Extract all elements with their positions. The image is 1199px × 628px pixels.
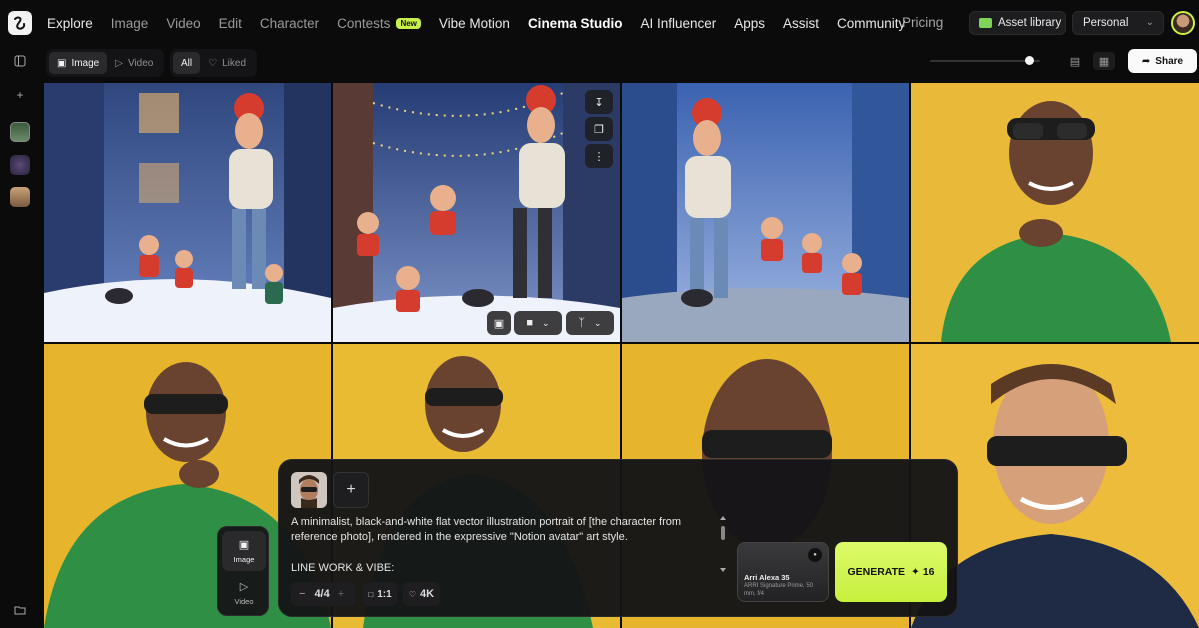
nav-vibe-motion[interactable]: Vibe Motion xyxy=(439,16,510,31)
grid-large-icon[interactable]: ▦ xyxy=(1093,52,1115,70)
plus-icon: + xyxy=(346,481,356,498)
project-thumb-3[interactable] xyxy=(10,187,30,207)
sidebar-toggle-icon[interactable] xyxy=(11,52,29,70)
generate-cost: 16 xyxy=(922,566,935,578)
share-icon: ➦ xyxy=(1141,55,1151,67)
image-icon: ▣ xyxy=(57,57,67,69)
minus-icon[interactable]: − xyxy=(299,588,305,600)
nav-ai-influencer[interactable]: AI Influencer xyxy=(640,16,716,31)
add-reference-button[interactable]: + xyxy=(333,472,369,508)
asset-library-label: Asset library xyxy=(998,17,1062,29)
generate-button[interactable]: GENERATE ✦ 16 xyxy=(835,542,947,602)
filter-all[interactable]: All xyxy=(173,52,201,74)
plus-icon[interactable]: + xyxy=(11,86,29,104)
video-icon: ▷ xyxy=(115,57,123,69)
share-button[interactable]: ➦ Share xyxy=(1128,49,1197,73)
resolution-selector[interactable]: ♡ 4K xyxy=(403,582,440,606)
share-label: Share xyxy=(1155,55,1184,67)
animate-video-button[interactable]: ■ ⌄ xyxy=(514,311,562,335)
image-icon: ▣ xyxy=(238,539,250,551)
mode-video-label: Video xyxy=(234,597,254,606)
filter-toggle: All ♡ Liked xyxy=(170,49,257,77)
nav-explore[interactable]: Explore xyxy=(47,16,93,31)
aspect-ratio-selector[interactable]: □ 1:1 xyxy=(363,582,397,606)
nav-community[interactable]: Community xyxy=(837,16,905,31)
video-icon: ▷ xyxy=(239,581,249,593)
camera-icon: ● xyxy=(808,548,822,562)
gallery-image-3[interactable] xyxy=(622,83,909,342)
camera-settings-card[interactable]: ● Arri Alexa 35 ARRI Signature Prime, 50… xyxy=(737,542,829,602)
folder-outline-icon[interactable] xyxy=(11,601,29,619)
project-thumb-2[interactable] xyxy=(10,155,30,175)
left-rail: + xyxy=(0,46,40,628)
resolution-value: 4K xyxy=(420,588,435,600)
camera-subtitle: ARRI Signature Prime, 50 mm, f/4 xyxy=(744,583,814,597)
nav-edit[interactable]: Edit xyxy=(219,16,242,31)
gallery-image-2[interactable]: ↧ ❐ ⋮ ▣ ■ ⌄ ᛉ ⌄ xyxy=(333,83,620,342)
filter-liked-label: Liked xyxy=(222,57,246,69)
mode-image[interactable]: ▣ Image xyxy=(222,531,266,571)
diamond-icon: ♡ xyxy=(408,589,417,599)
copy-icon[interactable]: ❐ xyxy=(585,117,613,141)
tab-image-label: Image xyxy=(71,57,100,69)
top-navigation: Explore Image Video Edit Character Conte… xyxy=(0,0,1199,46)
grid-small-icon[interactable]: ▤ xyxy=(1064,52,1086,70)
nav-character[interactable]: Character xyxy=(260,16,319,31)
filter-liked[interactable]: ♡ Liked xyxy=(200,52,254,74)
workspace-selector[interactable]: Personal ⌄ xyxy=(1072,11,1164,35)
image-count-value: 4/4 xyxy=(314,588,330,600)
expand-icon[interactable]: ▣ xyxy=(487,311,511,335)
nav-image[interactable]: Image xyxy=(111,16,149,31)
more-icon[interactable]: ⋮ xyxy=(585,144,613,168)
nav-contests-label: Contests xyxy=(337,15,391,31)
mode-switcher: ▣ Image ▷ Video xyxy=(217,526,269,616)
video-icon: ■ xyxy=(526,317,534,329)
sparkle-icon: ✦ xyxy=(911,566,920,578)
mode-video[interactable]: ▷ Video xyxy=(222,573,266,613)
variation-button[interactable]: ᛉ ⌄ xyxy=(566,311,614,335)
chevron-down-icon: ⌄ xyxy=(594,317,602,328)
zoom-slider[interactable] xyxy=(930,60,1040,62)
media-type-toggle: ▣ Image ▷ Video xyxy=(46,49,165,77)
asset-library-button[interactable]: Asset library xyxy=(969,11,1066,35)
prompt-input[interactable]: A minimalist, black-and-white flat vecto… xyxy=(291,515,711,545)
plus-icon[interactable]: + xyxy=(338,588,344,600)
prompt-scrollbar[interactable] xyxy=(719,516,727,572)
project-thumb-1[interactable] xyxy=(10,122,30,142)
generate-label: GENERATE xyxy=(847,566,906,578)
workspace-label: Personal xyxy=(1083,17,1129,29)
nav-contests[interactable]: Contests New xyxy=(337,16,421,31)
prompt-panel: + A minimalist, black-and-white flat vec… xyxy=(278,459,958,617)
gallery-image-1[interactable] xyxy=(44,83,331,342)
zoom-slider-thumb[interactable] xyxy=(1025,56,1034,65)
aspect-ratio-icon: □ xyxy=(368,589,374,599)
camera-title: Arri Alexa 35 xyxy=(744,573,790,582)
reference-image[interactable] xyxy=(291,472,327,508)
chevron-down-icon: ⌄ xyxy=(542,317,550,328)
tab-video[interactable]: ▷ Video xyxy=(107,52,161,74)
mode-image-label: Image xyxy=(233,555,255,564)
logo-icon[interactable] xyxy=(8,11,32,35)
image-count-stepper[interactable]: − 4/4 + xyxy=(291,582,355,606)
chevron-down-icon: ⌄ xyxy=(1145,17,1154,28)
nav-apps[interactable]: Apps xyxy=(734,16,765,31)
download-icon[interactable]: ↧ xyxy=(585,90,613,114)
nav-video[interactable]: Video xyxy=(166,16,200,31)
heart-icon: ♡ xyxy=(208,57,218,69)
nav-assist[interactable]: Assist xyxy=(783,16,819,31)
nav-pricing[interactable]: Pricing xyxy=(902,15,943,30)
aspect-ratio-value: 1:1 xyxy=(377,588,392,600)
avatar[interactable] xyxy=(1171,11,1195,35)
new-badge: New xyxy=(396,17,421,29)
gallery-image-4[interactable] xyxy=(911,83,1199,342)
nav-cinema-studio[interactable]: Cinema Studio xyxy=(528,16,623,31)
tab-image[interactable]: ▣ Image xyxy=(49,52,108,74)
prompt-subheading: LINE WORK & VIBE: xyxy=(291,562,395,574)
branch-icon: ᛉ xyxy=(578,317,586,329)
folder-icon xyxy=(979,18,992,28)
nav-menu: Explore Image Video Edit Character Conte… xyxy=(47,0,923,46)
tab-video-label: Video xyxy=(127,57,154,69)
